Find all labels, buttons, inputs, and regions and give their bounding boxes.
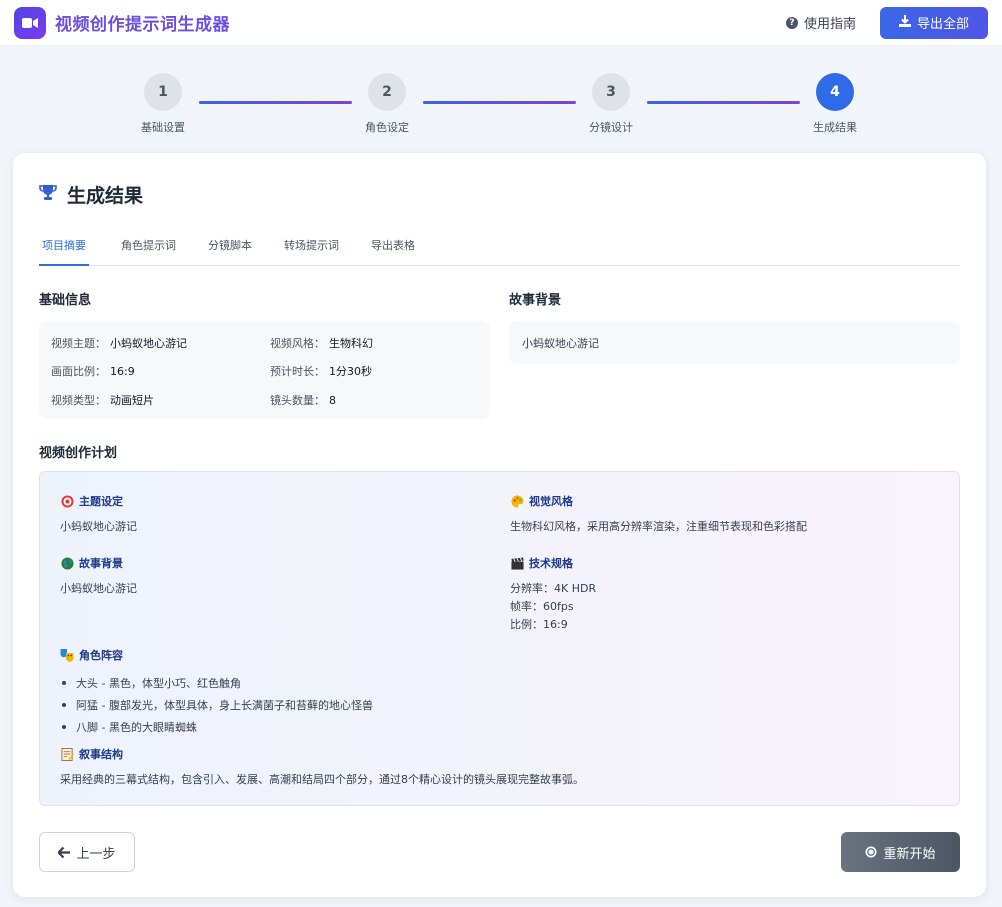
- step-number: 1: [144, 73, 182, 111]
- top-header: 视频创作提示词生成器 ? 使用指南 导出全部: [0, 0, 1002, 46]
- basic-info-title: 基础信息: [39, 293, 92, 308]
- step-number: 2: [368, 73, 406, 111]
- info-style: 视频风格： 生物科幻: [270, 337, 373, 350]
- tab-character-prompts[interactable]: 角色提示词: [121, 229, 176, 266]
- list-item: 大头 - 黑色，体型小巧、红色触角: [60, 672, 373, 694]
- plan-narrative-heading: 叙事结构: [60, 746, 123, 762]
- export-all-button[interactable]: 导出全部: [880, 6, 988, 39]
- restart-icon: [865, 846, 877, 858]
- result-tabs: 项目摘要 角色提示词 分镜脚本 转场提示词 导出表格: [39, 229, 960, 266]
- tab-transition-prompts[interactable]: 转场提示词: [284, 229, 339, 266]
- card-header: 生成结果: [39, 181, 143, 208]
- step-label: 生成结果: [813, 121, 857, 134]
- prev-step-button[interactable]: 上一步: [39, 832, 135, 872]
- cast-list: 大头 - 黑色，体型小巧、红色触角 阿猛 - 腹部发光，体型具体，身上长满菌子和…: [60, 672, 373, 738]
- download-icon: [898, 14, 911, 31]
- app-title: 视频创作提示词生成器: [55, 15, 230, 35]
- basic-info-box: 视频主题： 小蚂蚁地心游记 视频风格： 生物科幻 画面比例： 16:9 预计时长： 1分…: [39, 321, 490, 419]
- plan-story-text: 小蚂蚁地心游记: [60, 582, 137, 595]
- plan-box: 主题设定 小蚂蚁地心游记 视觉风格 生物科幻风格，采用高分辨率渲染，注重细节表现…: [39, 471, 960, 806]
- plan-visual-heading: 视觉风格: [510, 493, 573, 509]
- info-type: 视频类型： 动画短片: [51, 394, 154, 407]
- step-number: 4: [816, 73, 854, 111]
- plan-theme-text: 小蚂蚁地心游记: [60, 520, 137, 533]
- arrow-left-icon: [58, 846, 71, 858]
- result-card: 生成结果 项目摘要 角色提示词 分镜脚本 转场提示词 导出表格 基础信息 视频主…: [13, 153, 986, 897]
- globe-icon: [60, 556, 74, 570]
- plan-tech-resolution: 分辨率：4K HDR: [510, 582, 597, 595]
- clapperboard-icon: [510, 556, 524, 570]
- step-label: 基础设置: [141, 121, 185, 134]
- plan-tech-ratio: 比例：16:9: [510, 618, 568, 631]
- list-item: 八脚 - 黑色的大眼睛蜘蛛: [60, 716, 373, 738]
- info-shots: 镜头数量： 8: [270, 394, 336, 407]
- question-circle-icon: ?: [785, 16, 798, 29]
- step-connector: [423, 101, 576, 104]
- card-title: 生成结果: [67, 185, 144, 207]
- tab-export-table[interactable]: 导出表格: [371, 229, 415, 266]
- step-label: 分镜设计: [589, 121, 633, 134]
- plan-story-heading: 故事背景: [60, 555, 123, 571]
- trophy-icon: [39, 184, 57, 205]
- tab-storyboard[interactable]: 分镜脚本: [208, 229, 252, 266]
- tab-summary[interactable]: 项目摘要: [39, 229, 89, 266]
- video-camera-icon: [14, 6, 46, 39]
- restart-button[interactable]: 重新开始: [841, 832, 960, 872]
- story-bg-box: 小蚂蚁地心游记: [509, 321, 960, 364]
- export-all-label: 导出全部: [916, 17, 969, 32]
- step-1[interactable]: 1 基础设置: [113, 73, 213, 135]
- story-bg-title: 故事背景: [509, 293, 562, 308]
- palette-icon: [510, 494, 524, 508]
- plan-title: 视频创作计划: [39, 446, 118, 461]
- memo-icon: [60, 747, 74, 761]
- step-2[interactable]: 2 角色设定: [337, 73, 437, 135]
- step-4[interactable]: 4 生成结果: [785, 73, 885, 135]
- target-icon: [60, 494, 74, 508]
- plan-visual-text: 生物科幻风格，采用高分辨率渲染，注重细节表现和色彩搭配: [510, 520, 807, 533]
- step-number: 3: [592, 73, 630, 111]
- prev-step-label: 上一步: [76, 846, 116, 862]
- step-label: 角色设定: [365, 121, 409, 134]
- info-ratio: 画面比例： 16:9: [51, 365, 135, 378]
- plan-tech-heading: 技术规格: [510, 555, 573, 571]
- plan-theme-heading: 主题设定: [60, 493, 123, 509]
- plan-narrative-text: 采用经典的三幕式结构，包含引入、发展、高潮和结局四个部分，通过8个精心设计的镜头…: [60, 773, 584, 786]
- plan-tech-framerate: 帧率：60fps: [510, 600, 574, 613]
- masks-icon: [60, 648, 74, 662]
- step-connector: [647, 101, 800, 104]
- step-3[interactable]: 3 分镜设计: [561, 73, 661, 135]
- guide-link[interactable]: ? 使用指南: [785, 13, 856, 32]
- plan-cast-heading: 角色阵容: [60, 647, 123, 663]
- info-duration: 预计时长： 1分30秒: [270, 365, 372, 378]
- info-theme: 视频主题： 小蚂蚁地心游记: [51, 337, 187, 350]
- list-item: 阿猛 - 腹部发光，体型具体，身上长满菌子和苔藓的地心怪兽: [60, 694, 373, 716]
- restart-label: 重新开始: [883, 846, 936, 862]
- guide-label: 使用指南: [803, 17, 856, 32]
- step-connector: [199, 101, 352, 104]
